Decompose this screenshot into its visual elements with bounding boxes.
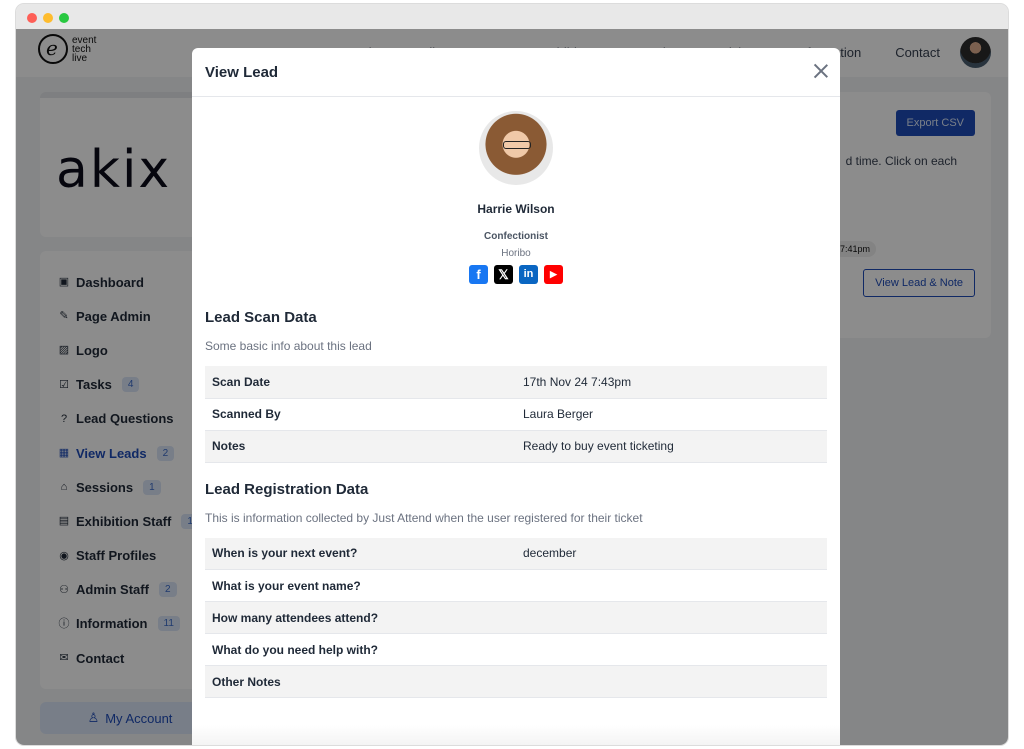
- maximize-window-button[interactable]: [59, 13, 69, 23]
- row-value: [516, 634, 827, 666]
- lead-scan-section: Lead Scan Data Some basic info about thi…: [192, 309, 840, 463]
- lead-profile: Harrie Wilson Confectionist Horibo f 𝕏 i…: [192, 97, 840, 284]
- section-subtitle: Some basic info about this lead: [205, 339, 372, 353]
- table-row: Notes Ready to buy event ticketing: [205, 430, 827, 462]
- row-key: Scan Date: [212, 374, 271, 389]
- row-key: Scanned By: [212, 407, 281, 421]
- row-key: Notes: [212, 439, 246, 453]
- table-row: When is your next event? december: [205, 537, 827, 570]
- social-links: f 𝕏 in ▶: [192, 265, 840, 284]
- row-value: december: [523, 546, 577, 561]
- modal-header: View Lead: [192, 48, 840, 97]
- row-key: What do you need help with?: [212, 642, 378, 657]
- lead-company: Horibo: [501, 248, 531, 259]
- lead-registration-section: Lead Registration Data This is informati…: [192, 481, 840, 699]
- view-lead-modal: View Lead Harrie Wilson Confectionist Ho…: [192, 48, 840, 745]
- scan-data-table: Scan Date 17th Nov 24 7:43pm Scanned By …: [205, 366, 827, 463]
- lead-role: Confectionist: [484, 231, 548, 242]
- table-row: Other Notes: [205, 665, 827, 698]
- row-key: Other Notes: [212, 674, 281, 689]
- close-window-button[interactable]: [27, 13, 37, 23]
- row-value: 17th Nov 24 7:43pm: [523, 374, 632, 389]
- section-subtitle: This is information collected by Just At…: [205, 510, 643, 525]
- section-title: Lead Scan Data: [205, 309, 317, 326]
- registration-data-table: When is your next event? december What i…: [205, 537, 827, 699]
- youtube-icon[interactable]: ▶: [544, 265, 563, 284]
- table-row: What is your event name?: [205, 570, 827, 602]
- modal-scroll-fade: [192, 725, 840, 745]
- x-twitter-icon[interactable]: 𝕏: [494, 265, 513, 284]
- minimize-window-button[interactable]: [43, 13, 53, 23]
- table-row: Scan Date 17th Nov 24 7:43pm: [205, 366, 827, 398]
- table-row: Scanned By Laura Berger: [205, 398, 827, 430]
- lead-avatar: [479, 111, 553, 185]
- row-value: [516, 570, 827, 602]
- row-key: What is your event name?: [212, 578, 361, 593]
- facebook-icon[interactable]: f: [469, 265, 488, 284]
- row-value: Ready to buy event ticketing: [523, 439, 674, 453]
- row-key: When is your next event?: [212, 546, 358, 561]
- table-row: What do you need help with?: [205, 634, 827, 666]
- close-icon[interactable]: [813, 63, 829, 79]
- lead-name: Harrie Wilson: [477, 202, 555, 216]
- table-row: How many attendees attend?: [205, 601, 827, 634]
- modal-title: View Lead: [205, 64, 279, 81]
- title-bar: [16, 4, 1008, 29]
- row-key: How many attendees attend?: [212, 610, 379, 625]
- section-title: Lead Registration Data: [205, 480, 369, 498]
- row-value: [516, 602, 827, 634]
- row-value: [516, 666, 827, 698]
- row-value: Laura Berger: [523, 407, 594, 421]
- linkedin-icon[interactable]: in: [519, 265, 538, 284]
- browser-window: e event tech live Home Agenda Call For C…: [16, 4, 1008, 745]
